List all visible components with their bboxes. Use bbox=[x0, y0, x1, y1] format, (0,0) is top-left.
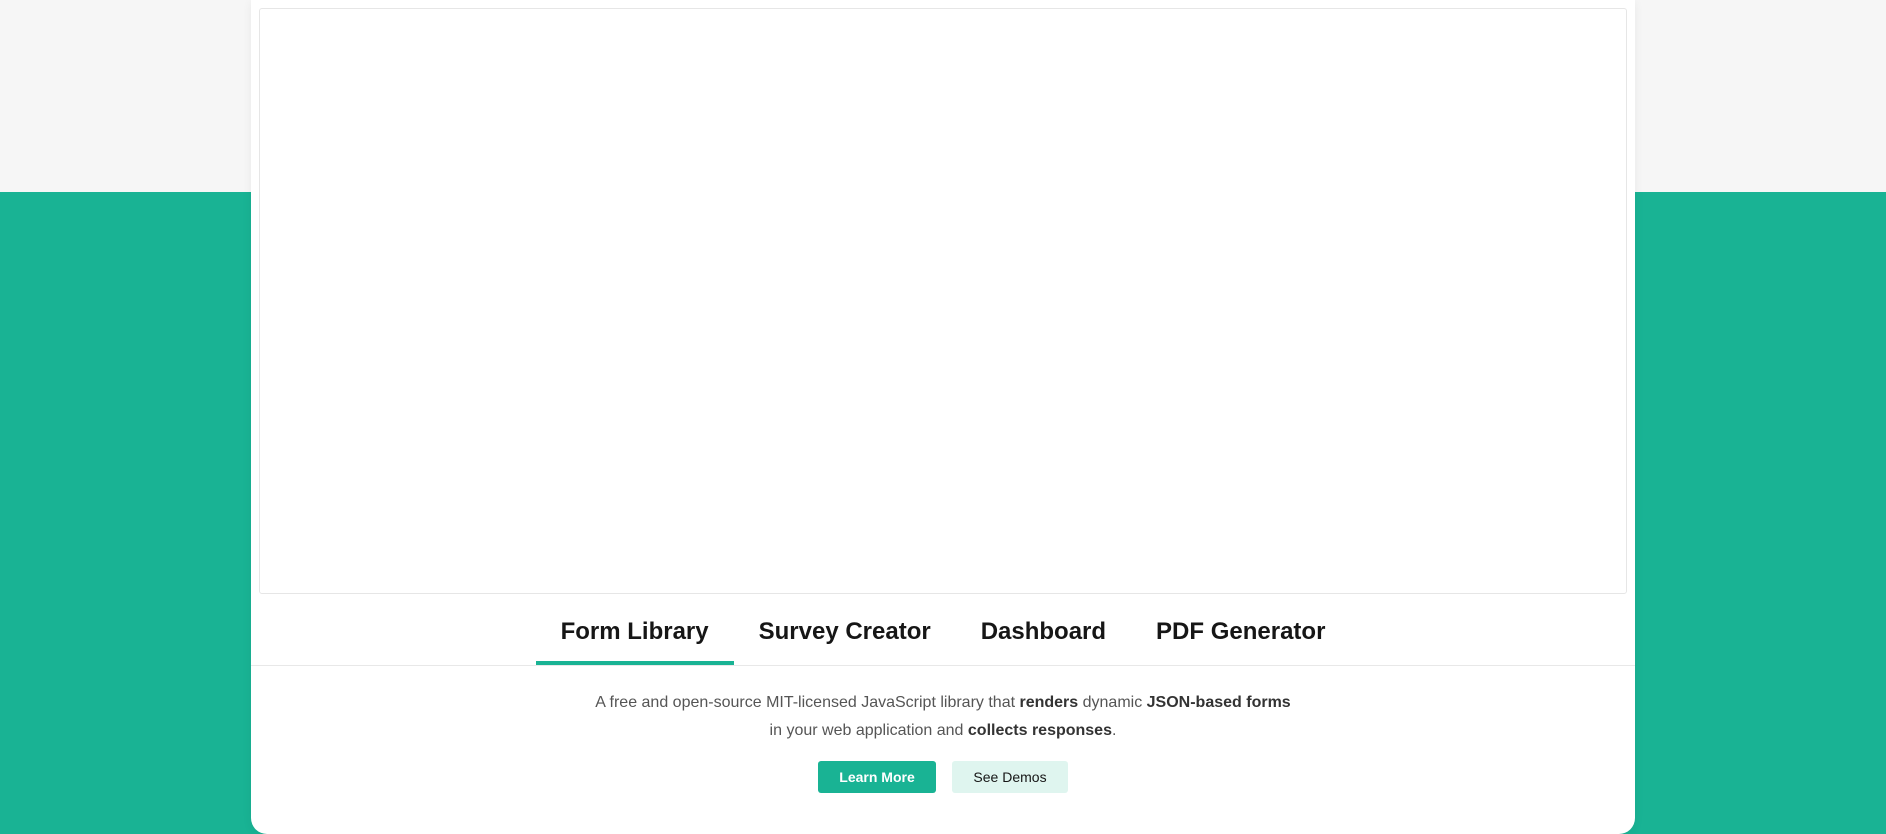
tab-form-library[interactable]: Form Library bbox=[535, 600, 734, 665]
see-demos-button[interactable]: See Demos bbox=[952, 761, 1068, 793]
tab-label: Form Library bbox=[560, 617, 709, 645]
product-tabs: Form Library Survey Creator Dashboard PD… bbox=[251, 600, 1635, 666]
description-text: . bbox=[1111, 722, 1117, 739]
tab-label: Survey Creator bbox=[758, 617, 931, 645]
tab-label: PDF Generator bbox=[1156, 617, 1326, 645]
description-emphasis: collects responses bbox=[967, 722, 1112, 739]
page: Form Library Survey Creator Dashboard PD… bbox=[0, 0, 1886, 834]
product-preview-frame bbox=[259, 8, 1627, 594]
learn-more-button[interactable]: Learn More bbox=[818, 761, 936, 793]
description-text: A free and open-source MIT-licensed Java… bbox=[595, 694, 1020, 711]
tab-survey-creator[interactable]: Survey Creator bbox=[734, 600, 956, 663]
tab-dashboard[interactable]: Dashboard bbox=[956, 600, 1131, 663]
product-card: Form Library Survey Creator Dashboard PD… bbox=[251, 0, 1635, 834]
description-emphasis: JSON-based forms bbox=[1146, 694, 1291, 711]
tab-label: Dashboard bbox=[980, 617, 1107, 645]
description-text: in your web application and bbox=[769, 722, 968, 739]
tab-pdf-generator[interactable]: PDF Generator bbox=[1131, 600, 1350, 663]
product-description: A free and open-source MIT-licensed Java… bbox=[251, 689, 1635, 745]
description-emphasis: renders bbox=[1019, 694, 1079, 711]
description-text: dynamic bbox=[1078, 694, 1147, 711]
cta-buttons: Learn More See Demos bbox=[251, 761, 1635, 793]
